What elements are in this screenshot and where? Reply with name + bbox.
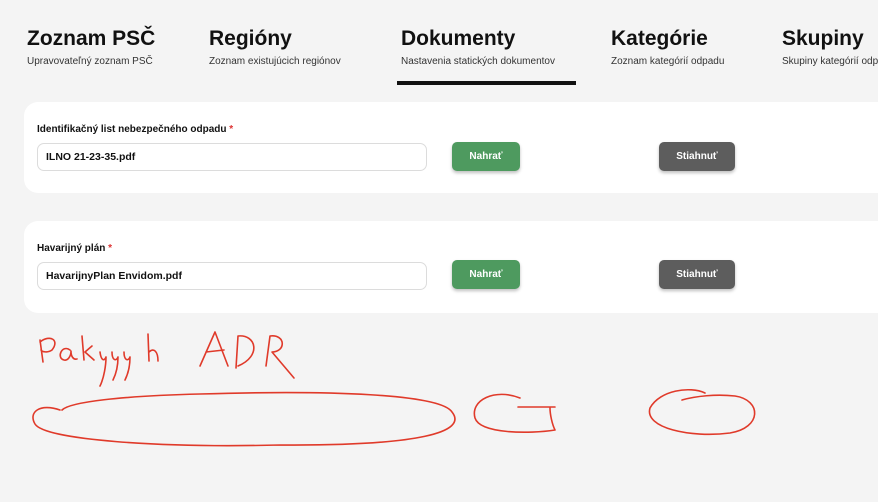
tab-subtitle: Zoznam existujúcich regiónov (209, 56, 341, 67)
tab-title: Regióny (209, 27, 292, 50)
tab-subtitle: Upravovateľný zoznam PSČ (27, 56, 153, 67)
tab-title: Dokumenty (401, 27, 516, 50)
document-file-input[interactable] (37, 143, 427, 171)
document-file-input[interactable] (37, 262, 427, 290)
tab-skupiny[interactable]: Skupiny Skupiny kategórií odpadu (782, 26, 878, 68)
active-tab-indicator (397, 81, 576, 85)
document-label-text: Identifikačný list nebezpečného odpadu (37, 124, 227, 135)
tab-zoznam-psc[interactable]: Zoznam PSČ Upravovateľný zoznam PSČ (27, 26, 155, 68)
document-card-havarijny-plan: Havarijný plán * Nahrať Stiahnuť (24, 221, 878, 313)
upload-button[interactable]: Nahrať (452, 142, 520, 171)
required-mark: * (229, 124, 234, 135)
document-label-text: Havarijný plán (37, 243, 106, 254)
tab-title: Skupiny (782, 27, 864, 50)
document-label: Identifikačný list nebezpečného odpadu * (37, 124, 233, 135)
tab-title: Kategórie (611, 27, 708, 50)
tab-subtitle: Zoznam kategórií odpadu (611, 56, 725, 67)
download-button[interactable]: Stiahnuť (659, 142, 735, 171)
document-label: Havarijný plán * (37, 243, 112, 254)
tab-title: Zoznam PSČ (27, 27, 156, 50)
tab-subtitle: Skupiny kategórií odpadu (782, 56, 878, 67)
tab-regiony[interactable]: Regióny Zoznam existujúcich regiónov (209, 26, 341, 68)
tab-kategorie[interactable]: Kategórie Zoznam kategórií odpadu (611, 26, 724, 68)
document-card-ilno: Identifikačný list nebezpečného odpadu *… (24, 102, 878, 193)
upload-button[interactable]: Nahrať (452, 260, 520, 289)
download-button[interactable]: Stiahnuť (659, 260, 735, 289)
required-mark: * (108, 243, 113, 254)
tab-dokumenty[interactable]: Dokumenty Nastavenia statických dokument… (401, 26, 555, 68)
tab-bar: Zoznam PSČ Upravovateľný zoznam PSČ Regi… (0, 0, 878, 90)
tab-subtitle: Nastavenia statických dokumentov (401, 56, 555, 67)
